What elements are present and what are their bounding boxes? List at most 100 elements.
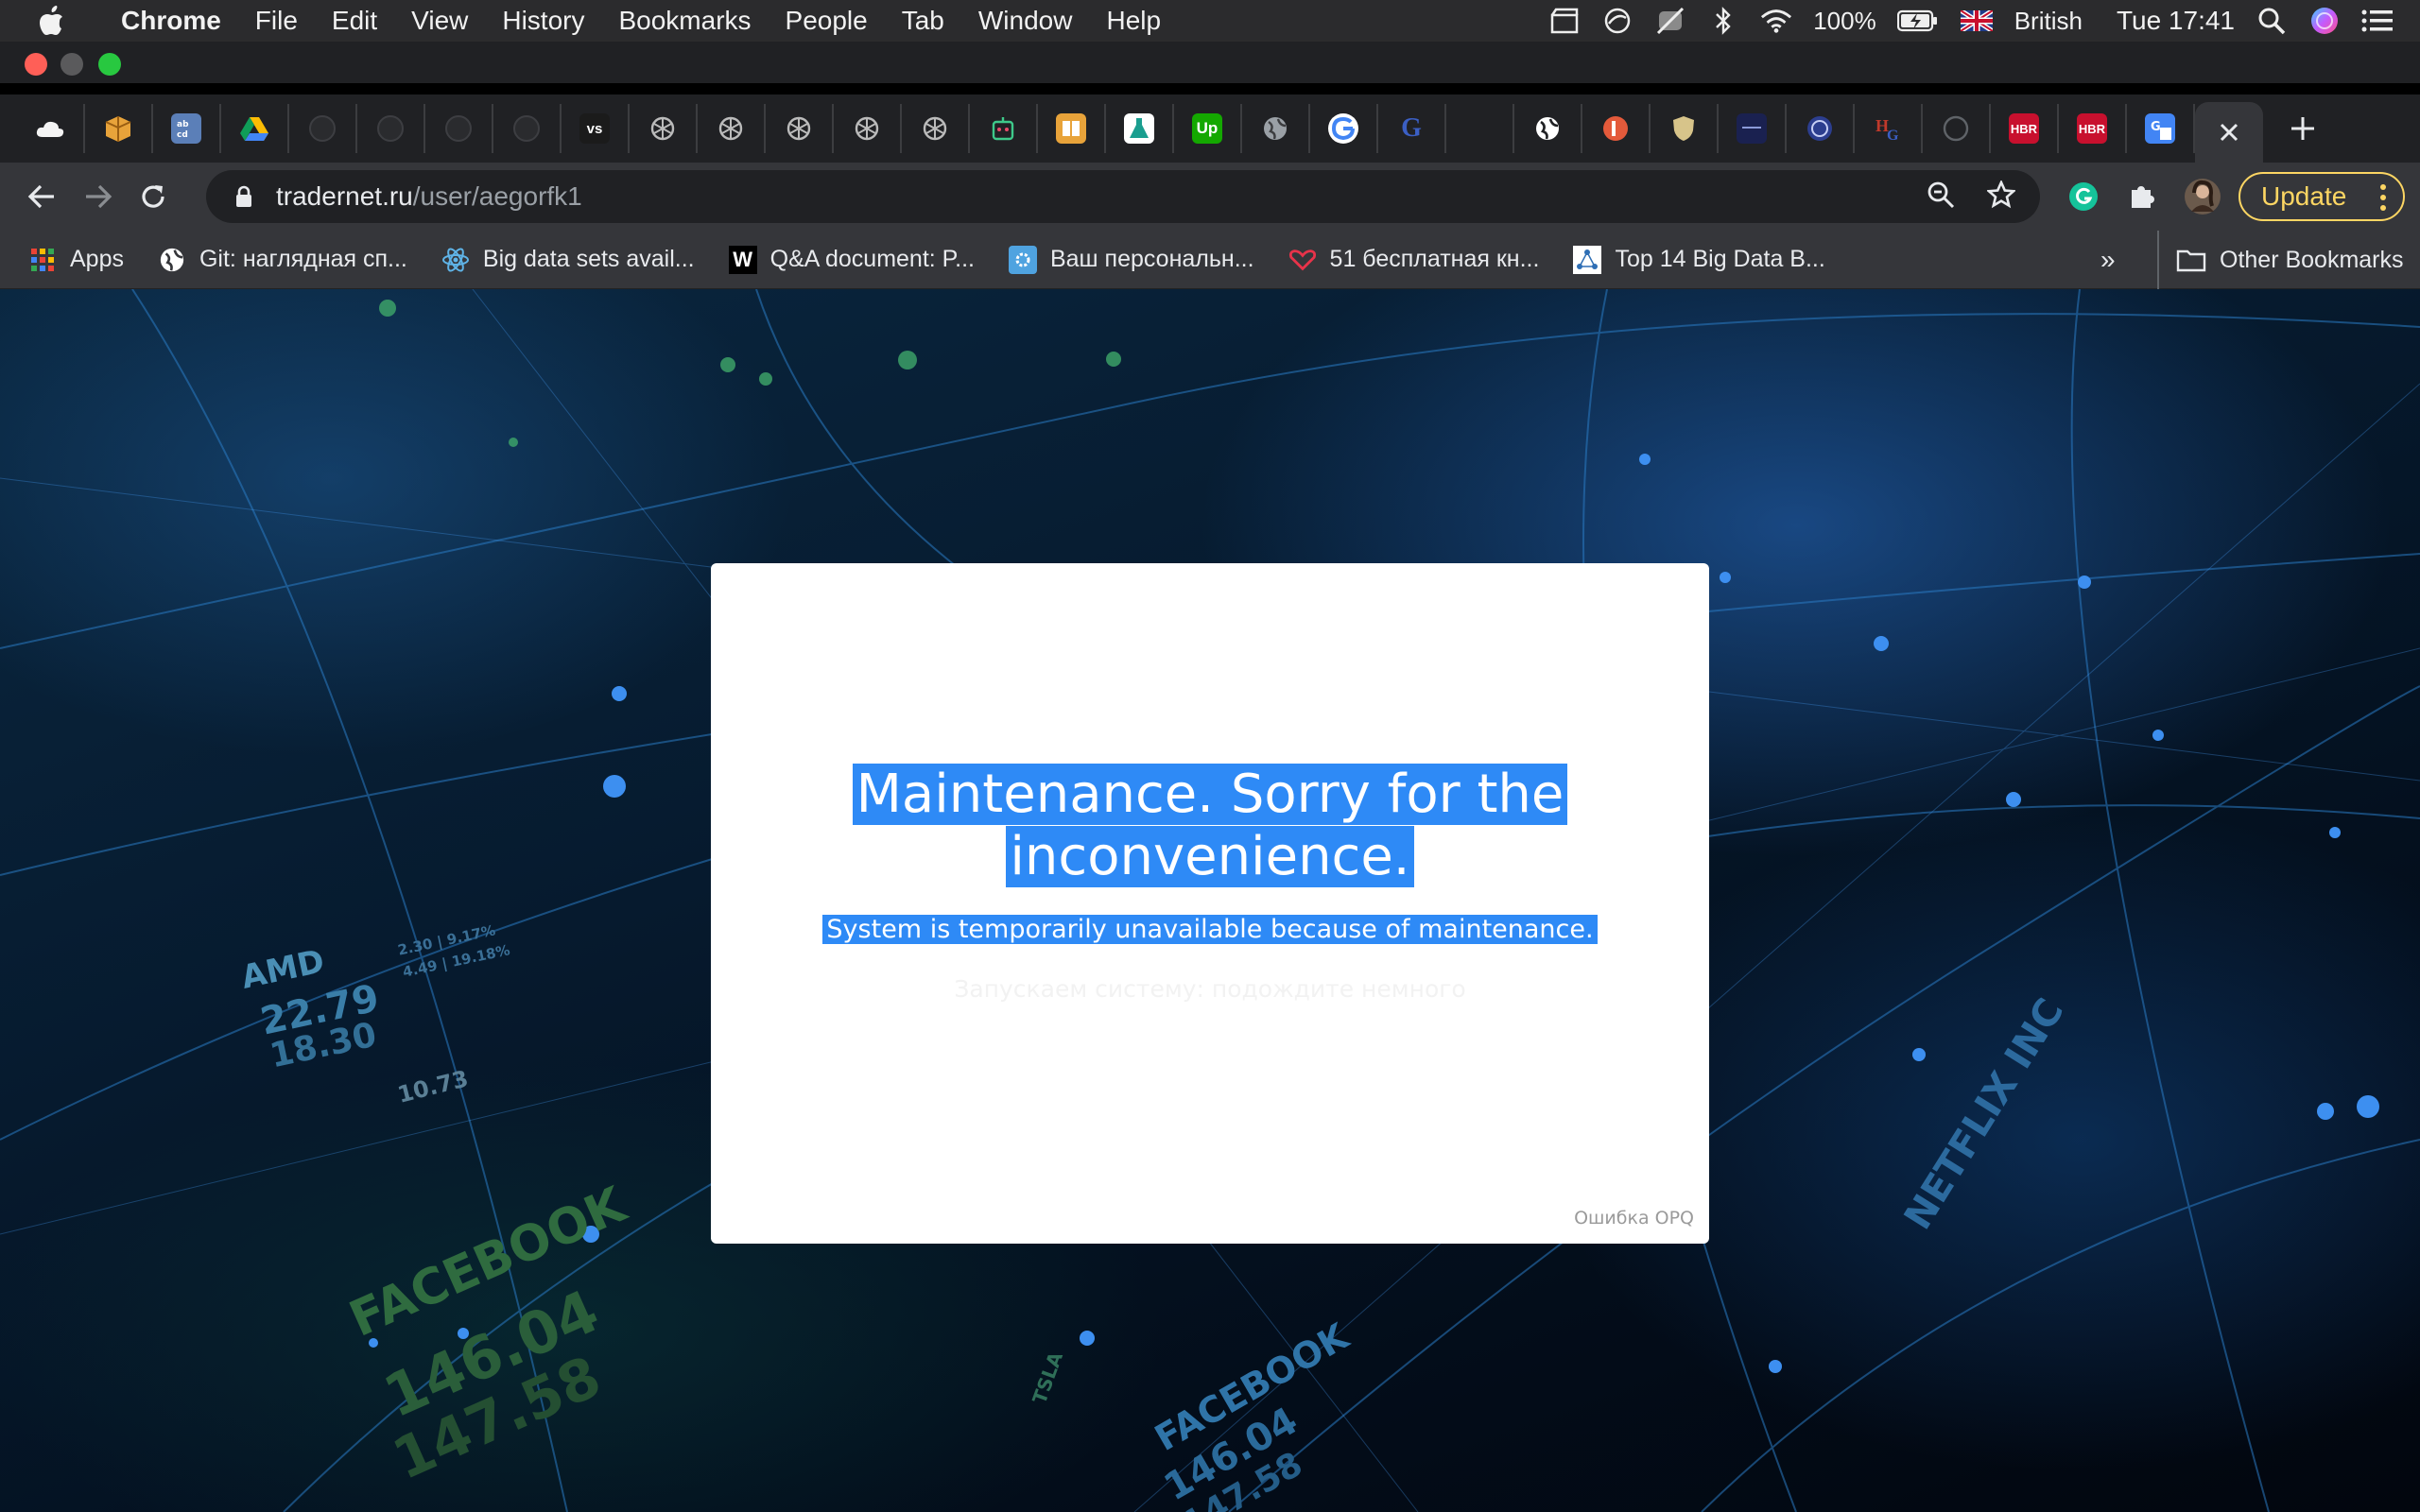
forward-button[interactable]: [68, 166, 129, 227]
tab-flask[interactable]: [1106, 104, 1174, 153]
tab-un-emblem[interactable]: [1787, 104, 1855, 153]
bluetooth-icon[interactable]: [1707, 5, 1739, 37]
tab-github-3[interactable]: [425, 104, 493, 153]
gear-badge-icon: [1008, 245, 1037, 274]
window-titlebar: [0, 42, 2420, 83]
tab-google[interactable]: [1310, 104, 1378, 153]
battery-charging-icon[interactable]: [1896, 5, 1939, 37]
tab-dark-brand[interactable]: [1719, 104, 1787, 153]
tab-google-drive[interactable]: [221, 104, 289, 153]
tab-hbr-2[interactable]: HBR: [2059, 104, 2127, 153]
new-tab-button[interactable]: [2273, 104, 2333, 153]
bookmark-git[interactable]: Git: наглядная сп...: [158, 246, 407, 274]
extensions-puzzle-icon[interactable]: [2119, 174, 2165, 219]
openai-icon: [784, 113, 814, 144]
package-box-icon: [103, 113, 133, 144]
bookmark-top14-big-data[interactable]: Top 14 Big Data B...: [1573, 245, 1825, 274]
url-host: tradernet.ru: [276, 181, 413, 211]
tab-gray-circle[interactable]: [1923, 104, 1991, 153]
bookmark-label: Top 14 Big Data B...: [1615, 246, 1825, 272]
tab-shield[interactable]: [1651, 104, 1719, 153]
tab-openai-3[interactable]: [766, 104, 834, 153]
tab-openai-2[interactable]: [698, 104, 766, 153]
bookmarks-overflow-button[interactable]: »: [2100, 231, 2116, 289]
bookmark-apps[interactable]: Apps: [28, 246, 124, 274]
back-button[interactable]: [11, 166, 72, 227]
window-close-button[interactable]: [25, 53, 47, 76]
hbr-logo-icon: HBR: [2009, 113, 2039, 144]
menu-window[interactable]: Window: [961, 0, 1090, 42]
window-minimize-button[interactable]: [60, 53, 83, 76]
menu-edit[interactable]: Edit: [315, 0, 394, 42]
bookmark-star-icon[interactable]: [1985, 179, 2017, 214]
wifi-icon[interactable]: [1760, 5, 1792, 37]
tab-package[interactable]: [85, 104, 153, 153]
address-bar[interactable]: tradernet.ru/user/aegorfk1: [206, 170, 2040, 223]
tab-globe-1[interactable]: [1242, 104, 1310, 153]
menu-tab[interactable]: Tab: [885, 0, 961, 42]
flask-icon: [1124, 113, 1154, 144]
heart-logo-icon: [1288, 246, 1317, 274]
bookmark-51-books[interactable]: 51 бесплатная кн...: [1288, 246, 1539, 274]
tab-abcd[interactable]: ab cd: [153, 104, 221, 153]
lock-icon[interactable]: [229, 185, 259, 208]
tab-github-1[interactable]: [289, 104, 357, 153]
tab-openai-1[interactable]: [630, 104, 698, 153]
window-zoom-button[interactable]: [98, 53, 121, 76]
tab-hg[interactable]: HG: [1855, 104, 1923, 153]
tab-github-4[interactable]: [493, 104, 562, 153]
tab-openai-4[interactable]: [834, 104, 902, 153]
menu-help[interactable]: Help: [1089, 0, 1178, 42]
tab-active-close-button[interactable]: [2195, 102, 2263, 163]
grammarly-extension-icon[interactable]: [2061, 174, 2106, 219]
translate-icon: G: [2145, 113, 2175, 144]
tab-grammarly-g[interactable]: G: [1378, 104, 1446, 153]
tab-upwork[interactable]: Up: [1174, 104, 1242, 153]
bookmark-personal[interactable]: Ваш персональн...: [1008, 245, 1254, 274]
tab-robot[interactable]: [970, 104, 1038, 153]
tab-github-2[interactable]: [357, 104, 425, 153]
battery-percent: 100%: [1813, 6, 1876, 35]
menu-history[interactable]: History: [485, 0, 601, 42]
muted-app-icon[interactable]: [1654, 5, 1686, 37]
menu-view[interactable]: View: [394, 0, 485, 42]
tab-google-translate[interactable]: G: [2127, 104, 2195, 153]
menu-app-name[interactable]: Chrome: [104, 0, 238, 42]
tab-icloud[interactable]: [17, 104, 85, 153]
browser-toolbar: tradernet.ru/user/aegorfk1 Update: [0, 163, 2420, 231]
globe-icon: [158, 246, 186, 274]
tab-hbr-1[interactable]: HBR: [1991, 104, 2059, 153]
uk-flag-icon[interactable]: [1960, 5, 1994, 37]
menubar-clock[interactable]: Tue 17:41: [2117, 6, 2235, 36]
apps-grid-icon: [28, 246, 57, 274]
menu-bookmarks[interactable]: Bookmarks: [601, 0, 768, 42]
menu-file[interactable]: File: [238, 0, 315, 42]
update-button[interactable]: Update: [2238, 172, 2405, 221]
sync-circle-icon[interactable]: [1601, 5, 1634, 37]
tab-blank[interactable]: [1446, 104, 1514, 153]
reload-button[interactable]: [123, 166, 183, 227]
globe-icon: [1260, 113, 1290, 144]
spotlight-search-icon[interactable]: [2256, 5, 2288, 37]
menu-people[interactable]: People: [769, 0, 885, 42]
openai-icon: [920, 113, 950, 144]
tab-openai-5[interactable]: [902, 104, 970, 153]
zoom-icon[interactable]: [1927, 180, 1955, 214]
books-icon: [1056, 113, 1086, 144]
tab-lastpass[interactable]: [1582, 104, 1651, 153]
bookmark-big-data-sets[interactable]: Big data sets avail...: [441, 246, 695, 274]
bookmark-label: Q&A document: P...: [769, 246, 975, 272]
other-bookmarks-folder[interactable]: Other Bookmarks: [2157, 231, 2404, 289]
openai-icon: [648, 113, 678, 144]
clapper-icon[interactable]: [1548, 5, 1581, 37]
tab-scholar-books[interactable]: [1038, 104, 1106, 153]
profile-avatar[interactable]: [2180, 174, 2225, 219]
tab-globe-2[interactable]: [1514, 104, 1582, 153]
notification-center-icon[interactable]: [2361, 5, 2394, 37]
bookmark-qa-document[interactable]: W Q&A document: P...: [728, 245, 975, 274]
siri-icon[interactable]: [2308, 5, 2341, 37]
url-text[interactable]: tradernet.ru/user/aegorfk1: [276, 181, 582, 212]
tab-vs[interactable]: vs: [562, 104, 630, 153]
apple-menu-icon[interactable]: [0, 6, 104, 36]
input-source-label[interactable]: British: [2014, 7, 2083, 36]
